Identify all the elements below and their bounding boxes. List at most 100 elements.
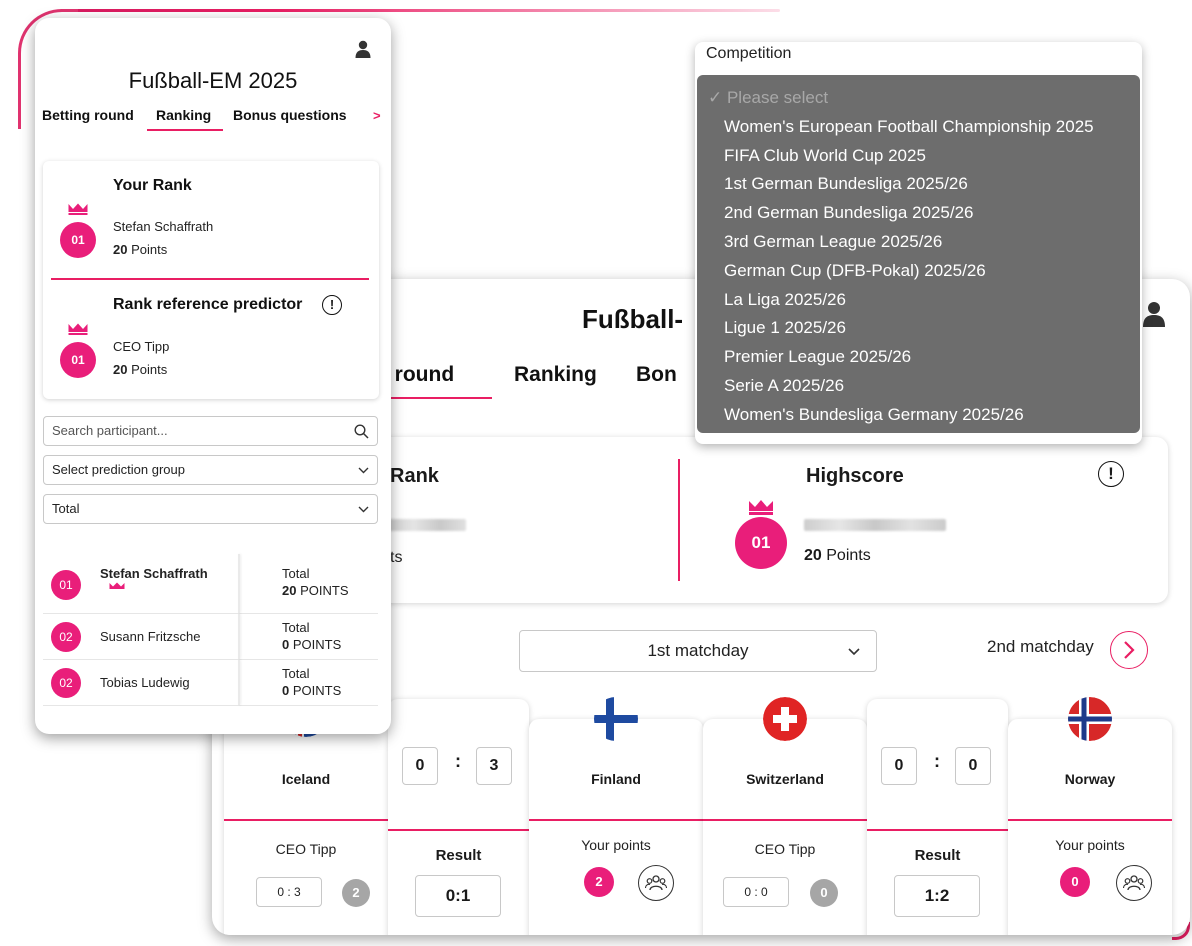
- competition-dropdown-panel: Competition ✓ Please select Women's Euro…: [695, 42, 1142, 444]
- ranking-position-badge: 02: [51, 622, 81, 652]
- highscore-rank-badge: 01: [735, 517, 787, 569]
- ranking-row[interactable]: 01 Stefan Schaffrath Total 20 POINTS: [43, 554, 378, 614]
- chevron-down-icon: [848, 631, 860, 671]
- group-tips-button[interactable]: [1116, 865, 1152, 901]
- ranking-row[interactable]: 02 Susann Fritzsche Total 0 POINTS: [43, 614, 378, 660]
- result-label: Result: [435, 847, 482, 864]
- match-away-team-card: Norway Your points 0: [1008, 697, 1172, 935]
- tab-bonus-questions[interactable]: Bonus questions: [233, 107, 347, 123]
- ranking-name: Tobias Ludewig: [100, 675, 190, 690]
- team-name-away: Norway: [1064, 771, 1116, 787]
- competition-option[interactable]: 2nd German Bundesliga 2025/26: [697, 199, 1140, 228]
- page-title: Fußball-: [582, 304, 684, 334]
- competition-option[interactable]: Women's European Football Championship 2…: [697, 113, 1140, 142]
- next-matchday-button[interactable]: [1110, 631, 1148, 669]
- ranking-column-divider: [238, 554, 240, 613]
- reference-points: 20 Points: [113, 362, 168, 377]
- ceo-tip-score: 0 : 3: [256, 877, 322, 907]
- competition-option[interactable]: 1st German Bundesliga 2025/26: [697, 170, 1140, 199]
- tabs-more-arrow[interactable]: >: [373, 108, 381, 123]
- search-icon: [354, 417, 369, 445]
- user-icon[interactable]: [1142, 301, 1166, 327]
- score-separator: [867, 829, 1008, 831]
- search-input[interactable]: Search participant...: [43, 416, 378, 446]
- your-rank-points: 20 Points: [113, 242, 168, 257]
- ceo-tipp-label: CEO Tipp: [754, 841, 816, 857]
- prediction-group-select[interactable]: Select prediction group: [43, 455, 378, 485]
- crown-icon: [109, 582, 125, 589]
- home-tip-input[interactable]: 0: [402, 747, 438, 785]
- chevron-down-icon: [358, 456, 369, 484]
- flag-finland-icon: [594, 697, 638, 741]
- home-tip-input[interactable]: 0: [881, 747, 917, 785]
- ranking-row[interactable]: 02 Tobias Ludewig Total 0 POINTS: [43, 660, 378, 706]
- tab-betting-round[interactable]: Betting round: [42, 107, 134, 123]
- period-select[interactable]: Total: [43, 494, 378, 524]
- competition-option[interactable]: FIFA Club World Cup 2025: [697, 142, 1140, 171]
- highscore-title: Highscore: [806, 465, 904, 487]
- team-separator: [529, 819, 703, 821]
- away-tip-input[interactable]: 3: [476, 747, 512, 785]
- rank-summary-box: Your Rank 01 Stefan Schaffrath 20 Points…: [43, 161, 379, 399]
- decorative-accent-line: [60, 9, 780, 12]
- tab-ranking[interactable]: Ranking: [156, 107, 211, 123]
- chevron-down-icon: [358, 495, 369, 523]
- competition-options-list[interactable]: ✓ Please select Women's European Footbal…: [697, 75, 1140, 433]
- blurred-name: [388, 519, 466, 531]
- matchday-select[interactable]: 1st matchday: [519, 630, 877, 672]
- rank-divider: [51, 278, 369, 280]
- ranking-position-badge: 01: [51, 570, 81, 600]
- crown-icon: [68, 203, 88, 215]
- competition-option[interactable]: Ligue 1 2025/26: [697, 314, 1140, 343]
- result-label: Result: [914, 847, 961, 864]
- group-tips-button[interactable]: [638, 865, 674, 901]
- team-name-home: Iceland: [281, 771, 331, 787]
- user-icon[interactable]: [355, 40, 371, 58]
- info-icon[interactable]: !: [322, 295, 342, 315]
- ceo-points-badge: 0: [810, 879, 838, 907]
- match-home-team-card: Iceland CEO Tipp 0 : 3 2: [224, 693, 388, 935]
- flag-switzerland-icon: [763, 697, 807, 741]
- competition-option[interactable]: La Liga 2025/26: [697, 286, 1140, 315]
- reference-predictor-heading: Rank reference predictor: [113, 296, 303, 313]
- ranking-total: Total 0 POINTS: [282, 666, 342, 698]
- match-score-card: 0 : 0 Result 1:2: [867, 699, 1008, 935]
- team-name-home: Switzerland: [746, 771, 824, 787]
- match-score-card: 0 : 3 Result 0:1: [388, 699, 529, 935]
- ranking-name: Stefan Schaffrath: [100, 566, 208, 581]
- ranking-position-badge: 02: [51, 668, 81, 698]
- info-icon[interactable]: !: [1098, 461, 1124, 487]
- rank-label: Rank: [390, 465, 439, 487]
- your-points-label: Your points: [1055, 837, 1125, 853]
- highscore-points: 20 Points: [804, 547, 871, 564]
- ceo-tipp-label: CEO Tipp: [275, 841, 337, 857]
- reference-rank-badge: 01: [60, 342, 96, 378]
- away-tip-input[interactable]: 0: [955, 747, 991, 785]
- your-rank-badge: 01: [60, 222, 96, 258]
- active-tab-underline: [147, 129, 223, 131]
- next-matchday-label[interactable]: 2nd matchday: [987, 637, 1094, 657]
- blurred-name: [804, 519, 946, 531]
- rank-points-fragment: ts: [390, 549, 403, 566]
- your-points-label: Your points: [581, 837, 651, 853]
- team-separator: [1008, 819, 1172, 821]
- result-value: 0:1: [415, 875, 501, 917]
- reference-name: CEO Tipp: [113, 339, 170, 354]
- tab-bonus-questions[interactable]: Bon: [636, 363, 677, 387]
- competition-option[interactable]: Premier League 2025/26: [697, 343, 1140, 372]
- competition-option[interactable]: German Cup (DFB-Pokal) 2025/26: [697, 257, 1140, 286]
- ranking-name: Susann Fritzsche: [100, 629, 201, 644]
- ceo-tip-score: 0 : 0: [723, 877, 789, 907]
- competition-option[interactable]: 3rd German League 2025/26: [697, 228, 1140, 257]
- competition-option[interactable]: Serie A 2025/26: [697, 372, 1140, 401]
- competition-label: Competition: [706, 45, 792, 62]
- competition-option-placeholder[interactable]: ✓ Please select: [697, 84, 1140, 113]
- score-colon: :: [455, 751, 461, 771]
- your-points-badge: 2: [584, 867, 614, 897]
- match-home-team-card: Switzerland CEO Tipp 0 : 0 0: [703, 697, 867, 935]
- chevron-right-icon: [1124, 641, 1135, 659]
- score-separator: [388, 829, 529, 831]
- tab-ranking[interactable]: Ranking: [514, 363, 597, 387]
- competition-option[interactable]: Women's Bundesliga Germany 2025/26: [697, 401, 1140, 430]
- ranking-total: Total 20 POINTS: [282, 566, 349, 598]
